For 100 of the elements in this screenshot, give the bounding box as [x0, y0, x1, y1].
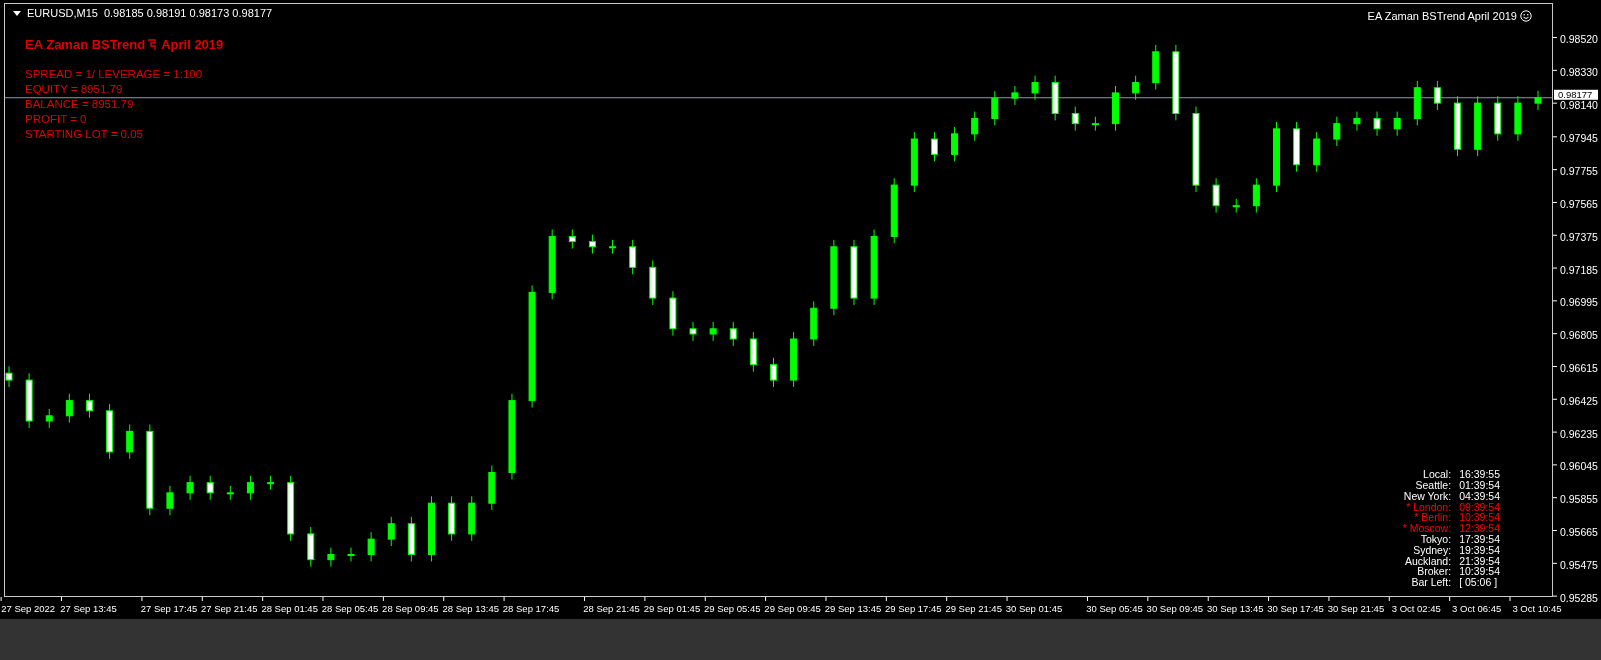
- candle: [588, 234, 596, 255]
- price-tick-label: 0.97565: [1560, 197, 1598, 210]
- candle: [428, 495, 435, 562]
- price-tick-label: 0.97185: [1560, 263, 1598, 276]
- clock-city: Seattle:: [1414, 480, 1452, 491]
- candle: [790, 331, 798, 388]
- candle: [267, 475, 275, 491]
- candle: [910, 131, 918, 193]
- clock-time: 10:39:54: [1459, 566, 1500, 578]
- time-tick-label: 30 Sep 21:45: [1327, 603, 1385, 614]
- ea-info-line: BALANCE = 8951.79: [25, 97, 135, 112]
- price-tick-label: 0.97945: [1560, 132, 1598, 145]
- candle: [749, 331, 757, 373]
- price-tick-label: 0.96425: [1560, 394, 1598, 407]
- time-tick-label: 29 Sep 09:45: [764, 603, 821, 614]
- candle: [25, 372, 33, 429]
- ea-info-line: SPREAD = 1/ LEVERAGE = 1:100: [25, 67, 204, 82]
- candle: [1232, 198, 1240, 214]
- candle: [367, 531, 375, 562]
- price-tick-label: 0.96995: [1560, 296, 1598, 309]
- time-tick-label: 30 Sep 17:45: [1267, 603, 1324, 614]
- candle: [206, 475, 214, 501]
- time-tick-label: 28 Sep 09:45: [382, 603, 439, 614]
- candle: [468, 495, 476, 542]
- candle: [166, 485, 174, 516]
- candle: [1333, 116, 1341, 147]
- quote-values: 0.98185 0.98191 0.98173 0.98177: [103, 7, 273, 19]
- time-tick-label: 29 Sep 21:45: [945, 603, 1002, 614]
- candle: [1112, 85, 1119, 132]
- clock-time: 17:39:54: [1459, 534, 1500, 545]
- clock-time: 21:39:54: [1459, 555, 1500, 567]
- candle: [991, 90, 999, 126]
- dropdown-icon[interactable]: [13, 10, 21, 16]
- time-tick-label: 29 Sep 05:45: [704, 603, 761, 614]
- price-tick-label: 0.96045: [1560, 460, 1598, 473]
- candle: [5, 365, 13, 388]
- clock-city: Bar Left:: [1410, 577, 1452, 588]
- candle: [689, 321, 697, 342]
- candle: [930, 131, 938, 162]
- candle: [126, 423, 134, 460]
- clock-city: Tokyo:: [1420, 534, 1452, 545]
- candle: [287, 475, 295, 542]
- price-tick-label: 0.97375: [1560, 230, 1598, 243]
- time-tick-label: 3 Oct 02:45: [1391, 603, 1441, 614]
- candle: [448, 495, 456, 542]
- time-tick-label: 3 Oct 10:45: [1512, 603, 1562, 614]
- ea-label: EA Zaman BSTrend April 2019: [1367, 10, 1517, 22]
- clock-city: Sydney:: [1413, 544, 1452, 556]
- candle: [850, 239, 858, 306]
- time-tick-label: 30 Sep 05:45: [1086, 603, 1143, 614]
- time-tick-label: 27 Sep 2022: [1, 603, 56, 614]
- candle: [770, 357, 777, 388]
- candle: [226, 485, 234, 501]
- ref-line-label: 0.98177: [1558, 89, 1593, 101]
- candle: [1071, 106, 1079, 132]
- time-tick-label: 27 Sep 13:45: [60, 603, 117, 614]
- candle: [1474, 95, 1482, 157]
- time-tick-label: 27 Sep 21:45: [201, 603, 258, 614]
- candle: [548, 229, 556, 300]
- candle: [669, 290, 677, 337]
- price-tick-label: 0.97755: [1560, 165, 1598, 178]
- candle: [629, 239, 637, 275]
- clock-city: Broker:: [1416, 566, 1452, 578]
- candle: [729, 321, 737, 347]
- candle: [1353, 111, 1361, 132]
- ea-info-line: PROFIT = 0: [25, 112, 88, 127]
- candle: [1454, 95, 1462, 157]
- candle: [186, 475, 194, 501]
- time-tick-label: 29 Sep 17:45: [885, 603, 942, 614]
- time-tick-label: 30 Sep 09:45: [1146, 603, 1204, 614]
- candle: [1031, 75, 1039, 101]
- candle: [1212, 177, 1220, 214]
- candle: [1534, 90, 1542, 111]
- price-tick-label: 0.96235: [1560, 427, 1598, 440]
- candle: [387, 516, 395, 547]
- time-tick-label: 28 Sep 05:45: [321, 603, 379, 614]
- price-tick-label: 0.98330: [1560, 65, 1598, 78]
- ea-title-date: April 2019: [161, 37, 224, 52]
- candle: [1132, 75, 1140, 101]
- candle: [1433, 80, 1441, 111]
- candle: [1011, 85, 1019, 106]
- price-tick-label: 0.98520: [1560, 33, 1598, 46]
- time-tick-label: 28 Sep 17:45: [502, 603, 560, 614]
- ea-title: EA Zaman BSTrend: [25, 37, 146, 52]
- clock-time: 16:39:55: [1459, 469, 1500, 481]
- time-tick-label: 30 Sep 13:45: [1206, 603, 1264, 614]
- candle: [1051, 75, 1059, 121]
- candle: [1373, 111, 1381, 137]
- clock-city: * Moscow:: [1402, 523, 1452, 534]
- time-tick-label: 3 Oct 06:45: [1452, 603, 1502, 614]
- time-tick-label: 28 Sep 21:45: [583, 603, 640, 614]
- candle: [307, 526, 315, 568]
- candle: [65, 393, 73, 424]
- candle: [951, 126, 959, 162]
- candle: [85, 393, 93, 419]
- candle: [1252, 177, 1260, 214]
- price-tick-label: 0.95855: [1560, 493, 1598, 506]
- candle: [347, 547, 355, 562]
- time-tick-label: 27 Sep 17:45: [140, 603, 198, 614]
- candle: [246, 475, 254, 501]
